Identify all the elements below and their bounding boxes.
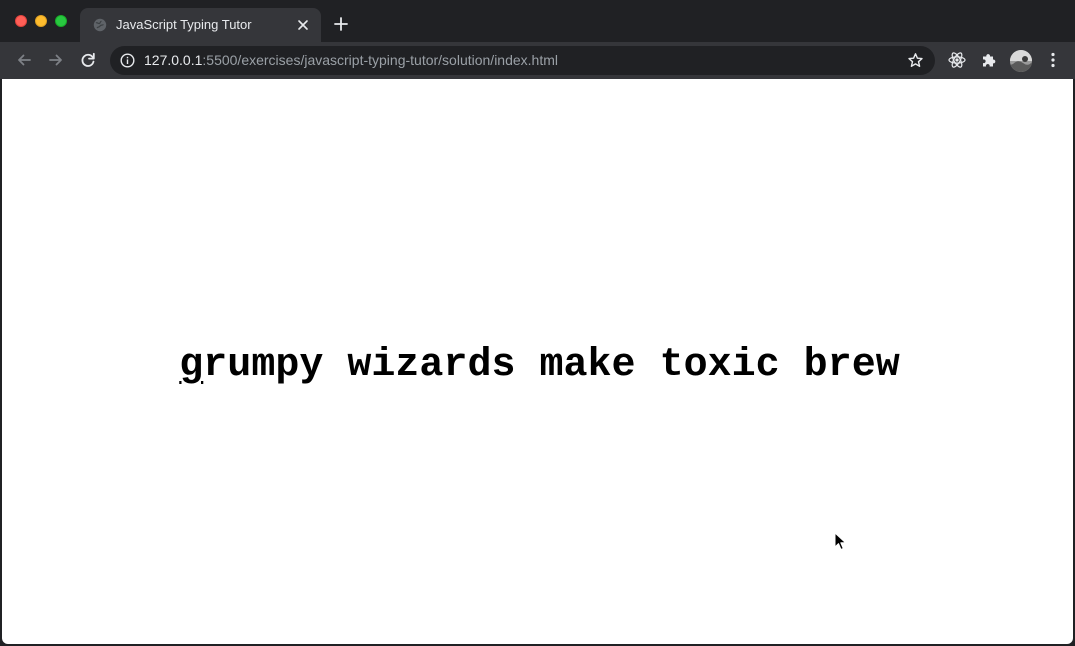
phrase-character: k: [587, 343, 612, 388]
phrase-character: z: [395, 343, 420, 388]
tab-title: JavaScript Typing Tutor: [116, 17, 252, 32]
mouse-cursor-icon: [834, 532, 847, 550]
arrow-right-icon[interactable]: [46, 50, 66, 70]
page-viewport: grumpy wizards make toxic brew: [2, 79, 1073, 644]
zoom-window-button[interactable]: [55, 15, 67, 27]
phrase-character: a: [563, 343, 588, 388]
phrase-character: [636, 343, 660, 389]
current-character: g: [179, 343, 204, 388]
plus-icon[interactable]: [333, 16, 349, 32]
address-bar[interactable]: 127.0.0.1:5500/exercises/javascript-typi…: [110, 46, 935, 75]
phrase-character: i: [731, 343, 756, 388]
phrase-character: e: [851, 343, 876, 388]
kebab-menu-icon[interactable]: [1043, 50, 1063, 70]
close-icon[interactable]: [295, 17, 311, 33]
phrase-character: e: [611, 343, 636, 388]
arrow-left-icon[interactable]: [14, 50, 34, 70]
star-icon[interactable]: [907, 52, 924, 69]
phrase-character: o: [683, 343, 708, 388]
phrase-character: [780, 343, 804, 389]
phrase-character: r: [203, 343, 228, 388]
phrase-character: s: [491, 343, 516, 388]
phrase-character: d: [467, 343, 492, 388]
url-text[interactable]: 127.0.0.1:5500/exercises/javascript-typi…: [144, 52, 558, 68]
globe-icon: [93, 18, 107, 32]
puzzle-icon[interactable]: [979, 50, 999, 70]
phrase-character: w: [875, 343, 900, 388]
phrase-character: m: [539, 343, 564, 388]
phrase-character: t: [659, 343, 684, 388]
reload-icon[interactable]: [78, 50, 98, 70]
tab-javascript-typing-tutor[interactable]: JavaScript Typing Tutor: [80, 8, 321, 42]
avatar[interactable]: [1010, 50, 1032, 72]
phrase-character: r: [827, 343, 852, 388]
phrase-character: [323, 343, 347, 389]
phrase-character: y: [299, 343, 324, 388]
browser-toolbar: 127.0.0.1:5500/exercises/javascript-typi…: [0, 42, 1075, 79]
close-window-button[interactable]: [15, 15, 27, 27]
phrase-character: u: [227, 343, 252, 388]
phrase-character: m: [251, 343, 276, 388]
phrase-character: x: [707, 343, 732, 388]
profile-picture: [1010, 50, 1032, 72]
phrase-character: b: [803, 343, 828, 388]
react-icon[interactable]: [947, 50, 967, 70]
url-host: 127.0.0.1: [144, 52, 203, 68]
browser-window: JavaScript Typing Tutor 127.0.0.1:5500/e…: [0, 0, 1075, 646]
phrase-character: a: [419, 343, 444, 388]
phrase-character: i: [371, 343, 396, 388]
phrase-character: [515, 343, 539, 389]
tab-strip: JavaScript Typing Tutor: [0, 0, 1075, 42]
typing-phrase: grumpy wizards make toxic brew: [2, 343, 1075, 389]
info-circle-icon[interactable]: [120, 53, 135, 68]
url-path: :5500/exercises/javascript-typing-tutor/…: [202, 52, 559, 68]
phrase-character: p: [275, 343, 300, 388]
phrase-character: c: [755, 343, 780, 388]
phrase-character: r: [443, 343, 468, 388]
minimize-window-button[interactable]: [35, 15, 47, 27]
phrase-character: w: [347, 343, 372, 388]
